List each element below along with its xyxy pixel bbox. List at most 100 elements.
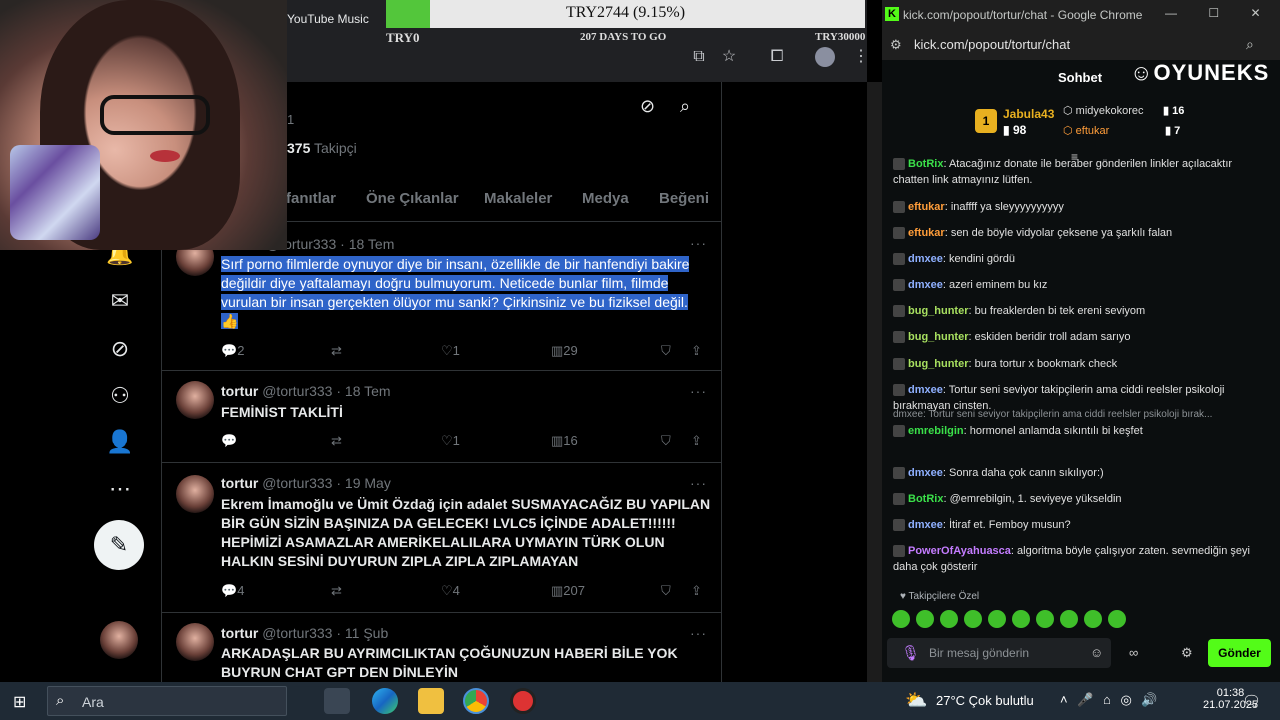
mic-icon[interactable]: 🎙 — [901, 644, 920, 662]
bookmark-icon[interactable]: ⛉ — [661, 343, 671, 359]
tweet-3[interactable]: tortur @tortur333 · 19 May ··· Ekrem İma… — [161, 463, 722, 613]
chat-url[interactable]: kick.com/popout/tortur/chat — [914, 37, 1070, 52]
views-icon[interactable]: ▥ 207 — [551, 583, 585, 599]
chat-username[interactable]: emrebilgin — [908, 425, 964, 437]
emote-icon[interactable] — [1108, 610, 1126, 628]
share-icon[interactable]: ⇪ — [691, 343, 702, 359]
retweet-icon[interactable]: ⇄ — [331, 343, 342, 359]
communities-icon[interactable]: ⚇ — [106, 382, 134, 410]
weather-text[interactable]: 27°C Çok bulutlu — [936, 693, 1034, 708]
bookmark-star-icon[interactable]: ☆ — [717, 45, 741, 69]
reply-icon[interactable]: 💬 4 — [221, 583, 244, 599]
tab-likes[interactable]: Beğeni — [659, 190, 709, 207]
reply-icon[interactable]: 💬 2 — [221, 343, 244, 359]
chat-settings-icon[interactable]: ⚙ — [1181, 645, 1193, 661]
messages-icon[interactable]: ✉ — [106, 287, 134, 315]
tweet-more-icon[interactable]: ··· — [690, 625, 707, 641]
send-button[interactable]: Gönder — [1208, 639, 1271, 667]
grok-icon[interactable]: ⊘ — [640, 96, 655, 117]
page-scrollbar[interactable] — [867, 82, 882, 682]
emote-icon[interactable] — [1036, 610, 1054, 628]
bookmark-icon[interactable]: ⛉ — [661, 583, 671, 599]
tweet-more-icon[interactable]: ··· — [690, 235, 707, 251]
followers-count[interactable]: 375 Takipçi — [287, 140, 357, 156]
chat-username[interactable]: dmxee — [908, 253, 943, 265]
emote-icon[interactable] — [1060, 610, 1078, 628]
like-icon[interactable]: ♡ 4 — [441, 583, 460, 599]
chat-username[interactable]: BotRix — [908, 493, 943, 505]
chat-username[interactable]: bug_hunter — [908, 305, 969, 317]
tab-media[interactable]: Medya — [582, 190, 629, 207]
gifter-2[interactable]: ⬡ midyekokorec — [1063, 104, 1144, 117]
emote-icon[interactable] — [988, 610, 1006, 628]
share-icon[interactable]: ⇪ — [691, 583, 702, 599]
system-tray[interactable]: ˄ 🎤 ⌂ ◎ 🔊 — [1060, 692, 1158, 708]
chat-username[interactable]: PowerOfAyahuasca — [908, 545, 1011, 557]
retweet-icon[interactable]: ⇄ — [331, 583, 342, 599]
tweet-more-icon[interactable]: ··· — [690, 383, 707, 399]
obs-icon[interactable] — [510, 688, 536, 714]
like-icon[interactable]: ♡ 1 — [441, 433, 460, 449]
gifter-3[interactable]: ⬡ eftukar — [1063, 124, 1109, 137]
tweet-author[interactable]: tortur — [221, 475, 258, 491]
maximize-icon[interactable]: ☐ — [1208, 6, 1219, 20]
chat-username[interactable]: dmxee — [908, 467, 943, 479]
chat-username[interactable]: dmxee — [908, 384, 943, 396]
views-icon[interactable]: ▥ 29 — [551, 343, 578, 359]
chrome-icon[interactable] — [463, 688, 489, 714]
task-view-icon[interactable] — [324, 688, 350, 714]
tweet-handle[interactable]: @tortur333 — [262, 383, 332, 399]
chat-username[interactable]: BotRix — [908, 158, 943, 170]
windows-start-icon[interactable]: ⊞ — [13, 692, 26, 712]
zoom-icon[interactable]: ⌕ — [1246, 36, 1254, 53]
tweet-avatar[interactable] — [176, 381, 214, 419]
tweet-avatar[interactable] — [176, 475, 214, 513]
youtube-music-tab[interactable]: YouTube Music — [287, 12, 369, 26]
emote-icon[interactable] — [916, 610, 934, 628]
file-explorer-icon[interactable] — [418, 688, 444, 714]
top-gifter-name[interactable]: Jabula43 — [1003, 107, 1054, 121]
emote-icon[interactable] — [1084, 610, 1102, 628]
emote-icon[interactable] — [940, 610, 958, 628]
tab-replies[interactable]: fanıtlar — [286, 190, 336, 207]
tweet-more-icon[interactable]: ··· — [690, 475, 707, 491]
site-settings-icon[interactable]: ⚙ — [890, 37, 902, 53]
tweet-time[interactable]: 18 Tem — [345, 383, 391, 399]
reply-icon[interactable]: 💬 — [221, 433, 237, 449]
chat-username[interactable]: eftukar — [908, 227, 945, 239]
tab-highlights[interactable]: Öne Çıkanlar — [366, 190, 459, 207]
extensions-icon[interactable]: ⧠ — [765, 45, 789, 69]
tweet-4[interactable]: tortur @tortur333 · 11 Şub ··· ARKADAŞLA… — [161, 613, 722, 682]
tweet-handle[interactable]: @tortur333 — [262, 475, 332, 491]
compose-post-button[interactable]: ✎ — [94, 520, 144, 570]
views-icon[interactable]: ▥ 16 — [551, 433, 578, 449]
tweet-handle[interactable]: @tortur333 — [262, 625, 332, 641]
tweet-avatar[interactable] — [176, 623, 214, 661]
tweet-2[interactable]: tortur @tortur333 · 18 Tem ··· FEMİNİST … — [161, 371, 722, 463]
tweet-author[interactable]: tortur — [221, 383, 258, 399]
chat-username[interactable]: eftukar — [908, 201, 945, 213]
chat-username[interactable]: dmxee — [908, 519, 943, 531]
tweet-time[interactable]: 19 May — [345, 475, 391, 491]
reply-preview[interactable]: dmxee: Tortur seni seviyor takipçilerin … — [893, 407, 1265, 423]
profile-avatar-icon[interactable] — [815, 47, 835, 67]
menu-icon[interactable]: ⋮ — [849, 45, 873, 69]
tweet-time[interactable]: 11 Şub — [345, 625, 388, 641]
account-avatar[interactable] — [100, 621, 138, 659]
profile-icon[interactable]: 👤 — [106, 428, 134, 456]
bookmark-icon[interactable]: ⛉ — [661, 433, 671, 449]
link-icon[interactable]: ∞ — [1129, 645, 1138, 660]
retweet-icon[interactable]: ⇄ — [331, 433, 342, 449]
close-icon[interactable]: ✕ — [1250, 6, 1260, 20]
share-icon[interactable]: ⇪ — [691, 433, 702, 449]
more-icon[interactable]: ⋯ — [106, 475, 134, 503]
minimize-icon[interactable]: — — [1165, 6, 1177, 20]
like-icon[interactable]: ♡ 1 — [441, 343, 460, 359]
emote-icon[interactable] — [1012, 610, 1030, 628]
notifications-center-icon[interactable]: 🗨 — [1242, 692, 1261, 710]
edge-icon[interactable] — [372, 688, 398, 714]
grok-nav-icon[interactable]: ⊘ — [106, 335, 134, 363]
chat-username[interactable]: bug_hunter — [908, 358, 969, 370]
install-app-icon[interactable]: ⧉ — [687, 45, 711, 69]
chat-username[interactable]: bug_hunter — [908, 331, 969, 343]
